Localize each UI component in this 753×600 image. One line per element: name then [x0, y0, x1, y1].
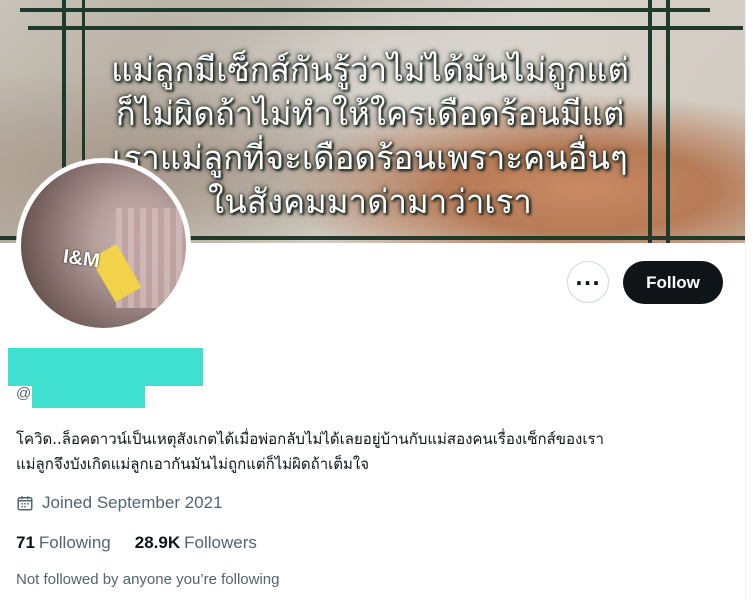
bio-line: แม่ลูกจึงบังเกิดแม่ลูกเอากันมันไม่ถูกแต่…: [16, 455, 370, 473]
avatar-image: I&M: [21, 163, 186, 328]
join-date: Joined September 2021: [16, 492, 223, 514]
avatar[interactable]: I&M: [16, 158, 191, 333]
bio-line: โควิด..ล็อคดาวน์เป็นเหตุสังเกตได้เมื่อพ่…: [16, 430, 604, 448]
followers-label: Followers: [184, 533, 257, 552]
followers-link[interactable]: 28.9K Followers: [135, 533, 257, 553]
follow-button[interactable]: Follow: [623, 261, 723, 304]
calendar-icon: [17, 496, 33, 511]
handle-prefix: @: [16, 385, 32, 402]
banner-frame-line: [20, 8, 710, 12]
banner-frame-line: [28, 26, 743, 30]
display-name-redacted: [8, 348, 203, 386]
banner-caption-line: ก็ไม่ผิดถ้าไม่ทำให้ใครเดือดร้อนมีแต่: [115, 94, 625, 133]
banner-caption-line: แม่ลูกมีเซ็กส์กันรู้ว่าไม่ได้มันไม่ถูกแต…: [111, 50, 629, 89]
join-date-text: Joined September 2021: [42, 493, 223, 512]
handle-redacted: [32, 385, 145, 408]
column-divider: [745, 0, 746, 600]
following-link[interactable]: 71 Following: [16, 533, 111, 553]
avatar-label: I&M: [61, 245, 102, 273]
following-count: 71: [16, 533, 35, 552]
not-followed-notice: Not followed by anyone you’re following: [16, 571, 280, 588]
following-label: Following: [38, 533, 111, 552]
follow-stats: 71 Following 28.9K Followers: [16, 533, 257, 553]
profile-bio: โควิด..ล็อคดาวน์เป็นเหตุสังเกตได้เมื่อพ่…: [16, 427, 736, 477]
followers-count: 28.9K: [134, 533, 181, 552]
more-options-button[interactable]: ...: [567, 261, 609, 303]
more-icon: ...: [575, 266, 601, 290]
